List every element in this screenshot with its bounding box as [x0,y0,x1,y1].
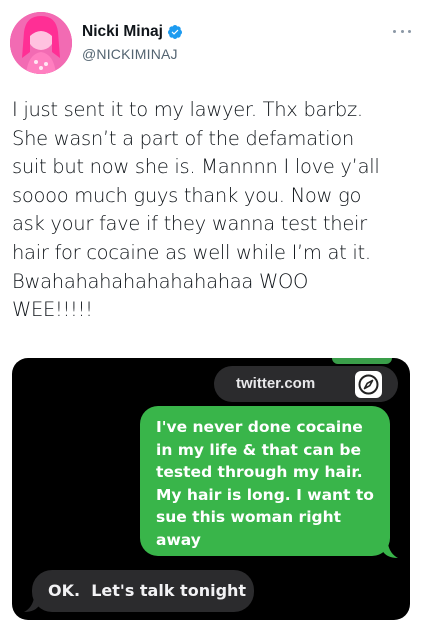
avatar-image [10,12,72,74]
more-dot [393,29,396,33]
link-preview-text: twitter.com [236,375,316,392]
bubble-edge [332,358,392,364]
verified-badge-icon [167,25,182,39]
more-options-icon[interactable] [393,28,411,34]
sent-message-bubble: I've never done cocaine in my life & tha… [140,406,390,556]
user-handle[interactable]: @NICKIMINAJ [82,46,183,62]
received-message-bubble: OK. Let's talk tonight [32,570,254,612]
safari-compass-icon [355,371,382,398]
tweet-media-screenshot[interactable]: twitter.com I've never done cocaine in m… [12,358,410,620]
tweet-author: Nicki Minaj @NICKIMINAJ [82,22,183,62]
received-bubble-tail [24,598,40,612]
tweet: Nicki Minaj @NICKIMINAJ I just sent it t… [0,0,425,640]
tweet-header: Nicki Minaj @NICKIMINAJ [10,12,415,76]
link-preview-pill[interactable]: twitter.com [214,366,398,402]
avatar[interactable] [10,12,72,74]
display-name-row: Nicki Minaj [82,22,183,42]
more-dot [400,29,404,33]
more-dot [408,29,411,33]
sent-bubble-tail [382,544,398,558]
tweet-text: I just sent it to my lawyer. Thx barbz. … [12,98,380,322]
display-name[interactable]: Nicki Minaj [82,23,163,41]
